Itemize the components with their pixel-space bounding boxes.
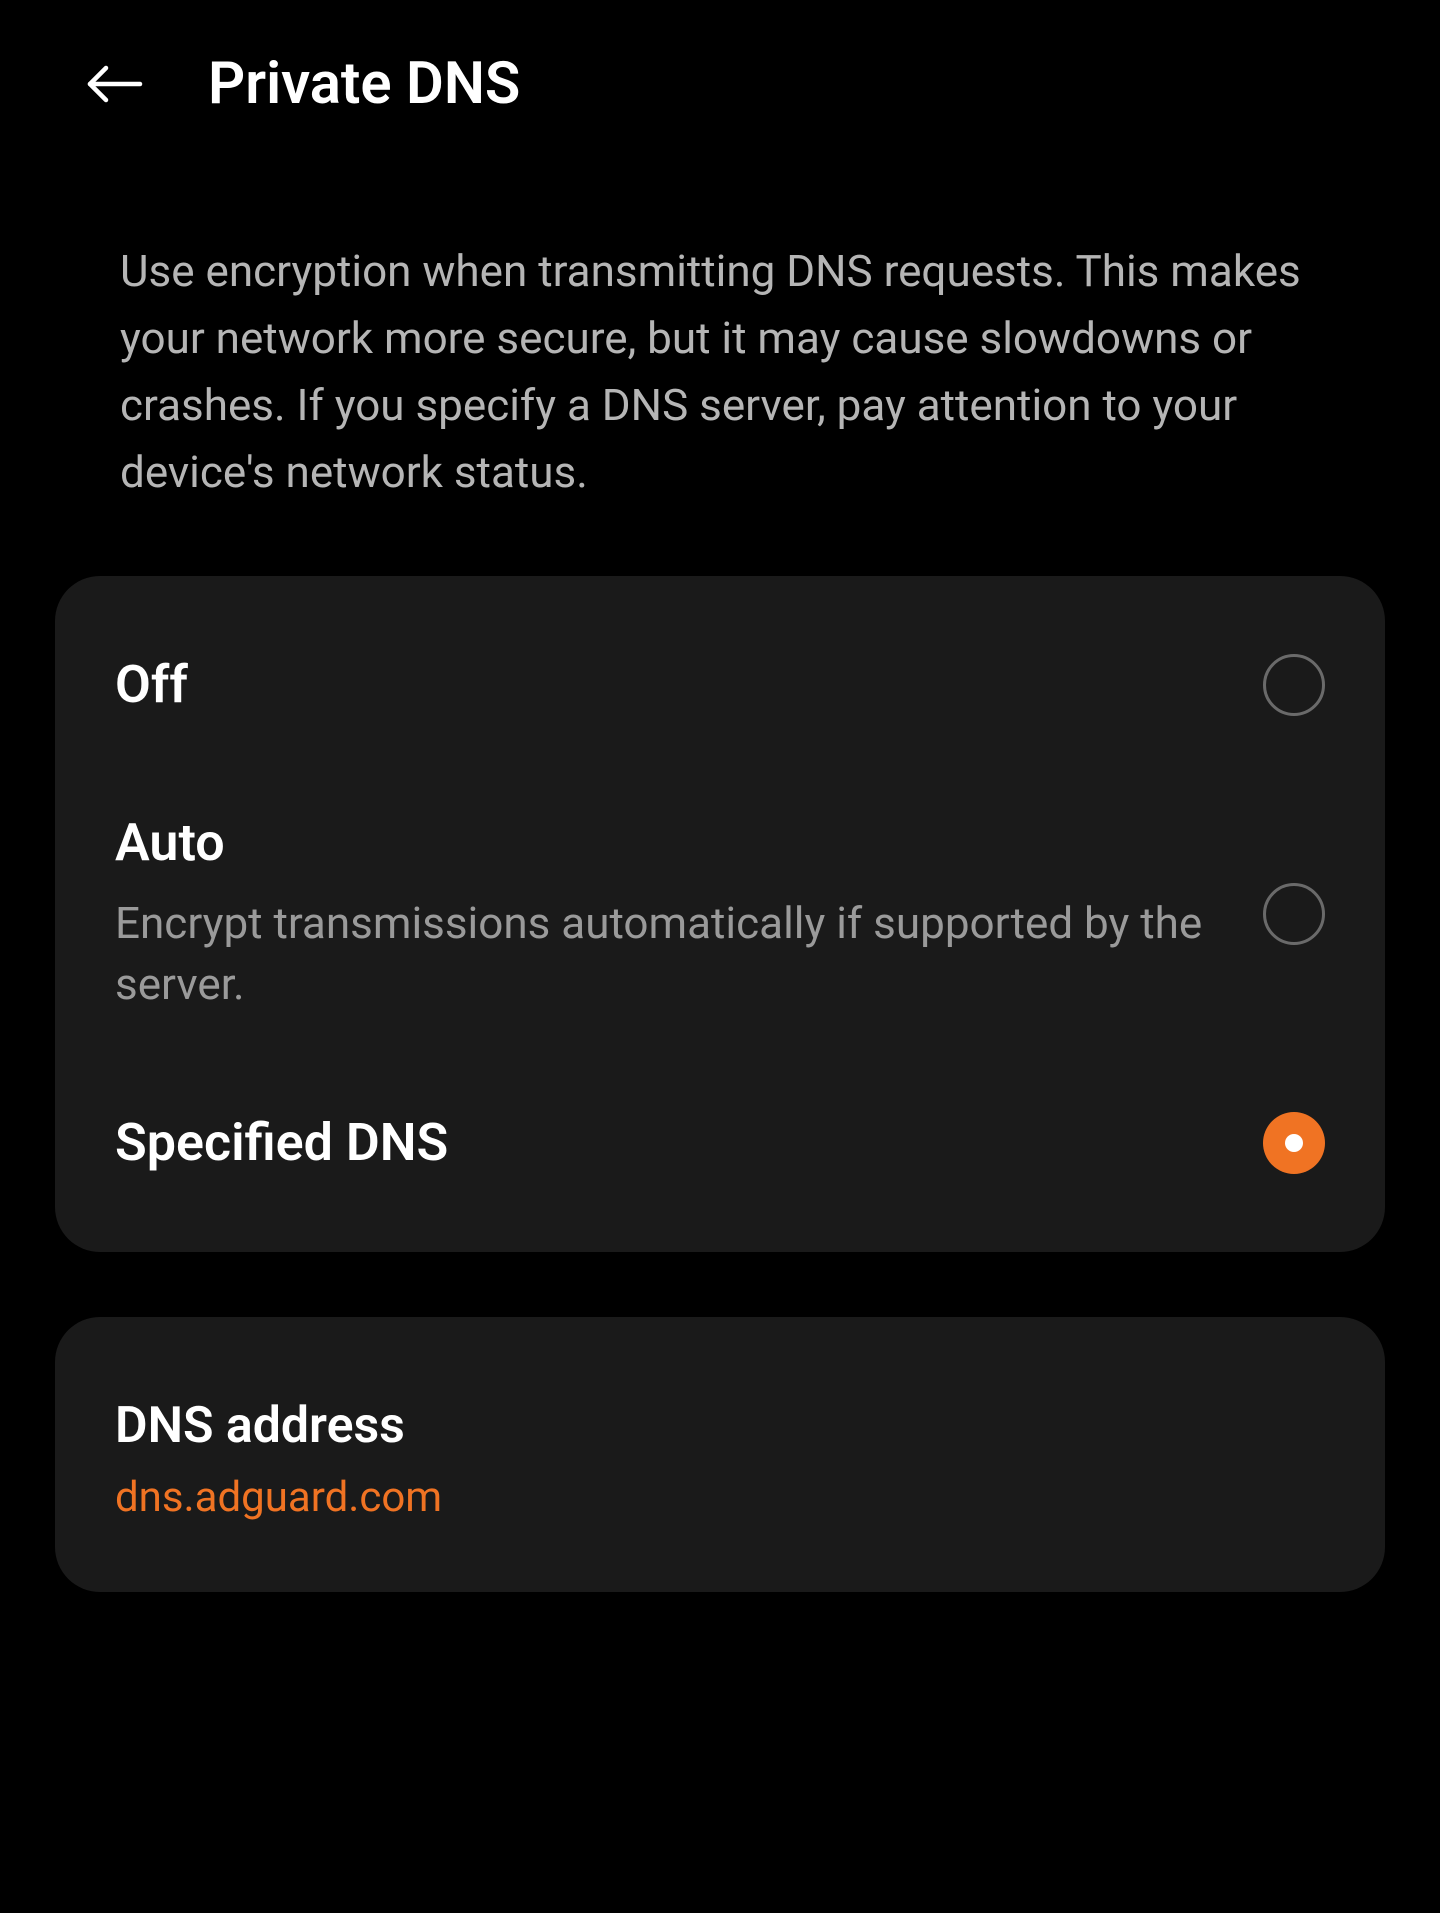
arrow-left-icon	[84, 64, 144, 104]
radio-off[interactable]	[1263, 654, 1325, 716]
options-card: Off Auto Encrypt transmissions automatic…	[55, 576, 1385, 1252]
description-text: Use encryption when transmitting DNS req…	[0, 148, 1440, 576]
option-off[interactable]: Off	[55, 606, 1385, 764]
option-auto[interactable]: Auto Encrypt transmissions automatically…	[55, 764, 1385, 1064]
dns-address-label: DNS address	[115, 1397, 1325, 1455]
option-auto-title: Auto	[115, 812, 1223, 873]
option-specified[interactable]: Specified DNS	[55, 1064, 1385, 1222]
dns-address-value: dns.adguard.com	[115, 1473, 1325, 1522]
header: Private DNS	[0, 0, 1440, 148]
dns-address-card: DNS address dns.adguard.com	[55, 1317, 1385, 1592]
radio-auto[interactable]	[1263, 883, 1325, 945]
option-specified-content: Specified DNS	[115, 1112, 1263, 1173]
option-off-content: Off	[115, 654, 1263, 715]
option-off-title: Off	[115, 654, 1223, 715]
option-specified-title: Specified DNS	[115, 1112, 1223, 1173]
option-auto-subtitle: Encrypt transmissions automatically if s…	[115, 893, 1223, 1016]
option-auto-content: Auto Encrypt transmissions automatically…	[115, 812, 1263, 1016]
page-title: Private DNS	[208, 50, 520, 118]
back-button[interactable]	[80, 50, 148, 118]
dns-address-row[interactable]: DNS address dns.adguard.com	[55, 1347, 1385, 1562]
radio-specified[interactable]	[1263, 1112, 1325, 1174]
